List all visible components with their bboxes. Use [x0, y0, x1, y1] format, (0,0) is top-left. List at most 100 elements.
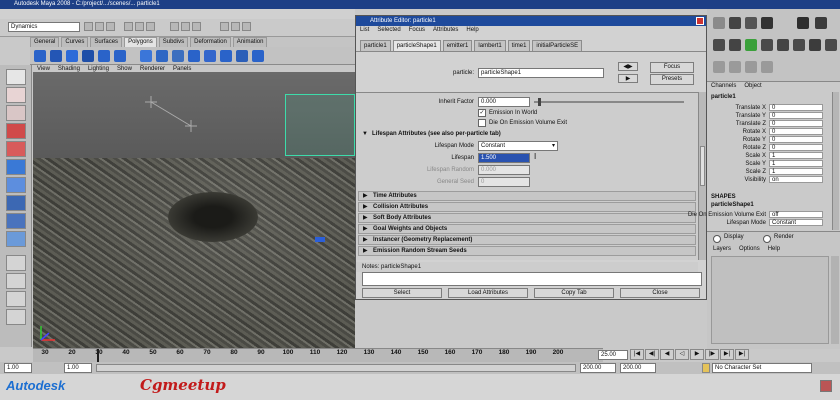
- camera-icon[interactable]: [761, 17, 773, 29]
- shelf-tab-subdivs[interactable]: Subdivs: [158, 37, 189, 47]
- range-slider-handle[interactable]: [97, 365, 575, 371]
- shelf-tab-surfaces[interactable]: Surfaces: [90, 37, 123, 47]
- ae-tab-initialParticleSE[interactable]: initialParticleSE: [532, 40, 583, 51]
- play-backward-icon[interactable]: ◁: [675, 349, 689, 360]
- channel-value[interactable]: 0: [769, 120, 823, 127]
- layout-outliner-icon[interactable]: [6, 273, 26, 289]
- layout-grid-icon[interactable]: [745, 61, 757, 73]
- copy-tab-button[interactable]: Copy Tab: [534, 288, 614, 298]
- current-time-marker[interactable]: [97, 349, 99, 363]
- step-forward-icon[interactable]: |▶: [705, 349, 719, 360]
- channel-row[interactable]: Die On Emission Volume Exit off: [688, 211, 832, 219]
- manipulator-icon[interactable]: [6, 177, 26, 193]
- channel-row[interactable]: Rotate Z0: [707, 144, 832, 152]
- channel-box-scrollbar[interactable]: [832, 92, 839, 230]
- section-instancer[interactable]: ▶ Instancer (Geometry Replacement): [358, 235, 696, 245]
- rotate-tool-icon[interactable]: [6, 141, 26, 157]
- merge-icon[interactable]: [252, 50, 264, 62]
- shelf-tab-deformation[interactable]: Deformation: [190, 37, 231, 47]
- select-object-icon[interactable]: [135, 22, 144, 31]
- inherit-factor-slider[interactable]: [534, 101, 684, 103]
- layout-icon[interactable]: [713, 61, 725, 73]
- hypershade-icon[interactable]: [745, 17, 757, 29]
- command-line[interactable]: [0, 374, 840, 400]
- layout-hypershade-icon[interactable]: [6, 309, 26, 325]
- character-set-select[interactable]: No Character Set: [712, 363, 812, 373]
- ae-tab-particle1[interactable]: particle1: [360, 40, 391, 51]
- channel-box-toggle-icon[interactable]: [761, 61, 773, 73]
- ipr-render-icon[interactable]: [231, 22, 240, 31]
- channel-value[interactable]: 0: [769, 136, 823, 143]
- poly-plane-icon[interactable]: [98, 50, 110, 62]
- shelf-tab-general[interactable]: General: [30, 37, 60, 47]
- render-radio[interactable]: [763, 235, 771, 243]
- channel-row[interactable]: Scale X1: [707, 152, 832, 160]
- go-to-input-icon[interactable]: ◀▶: [618, 62, 638, 71]
- channel-row[interactable]: Translate X0: [707, 104, 832, 112]
- manipulator-handle[interactable]: [315, 237, 325, 242]
- particle-emitter-volume[interactable]: [285, 94, 355, 156]
- bevel-icon[interactable]: [220, 50, 232, 62]
- shape-node[interactable]: particleShape1: [711, 202, 754, 208]
- move-tool-icon[interactable]: [6, 123, 26, 139]
- snap-point-icon[interactable]: [192, 22, 201, 31]
- channel-row[interactable]: Lifespan Mode Constant: [707, 219, 832, 227]
- dynamics-icon[interactable]: [777, 39, 789, 51]
- channel-value[interactable]: 1: [769, 152, 823, 159]
- new-scene-icon[interactable]: [84, 22, 93, 31]
- select-button[interactable]: Select: [362, 288, 442, 298]
- channel-value[interactable]: 0: [769, 144, 823, 151]
- layout-persp-icon[interactable]: [6, 255, 26, 271]
- script-editor-icon[interactable]: [820, 380, 832, 392]
- channel-row[interactable]: Translate Z0: [707, 120, 832, 128]
- field-icon[interactable]: [793, 39, 805, 51]
- poly-cube-icon[interactable]: [50, 50, 62, 62]
- close-button[interactable]: Close: [620, 288, 700, 298]
- split-icon[interactable]: [236, 50, 248, 62]
- render-icon[interactable]: [220, 22, 229, 31]
- layer-menu-layers[interactable]: Layers: [713, 246, 731, 252]
- poly-cylinder-icon[interactable]: [66, 50, 78, 62]
- playback-end-field[interactable]: 200.00: [580, 363, 616, 373]
- poly-cone-icon[interactable]: [82, 50, 94, 62]
- cube-icon[interactable]: [713, 39, 725, 51]
- ae-tab-lambert1[interactable]: lambert1: [474, 40, 506, 51]
- time-slider[interactable]: 30 20 30 40 50 60 70 80 90 100 110 120 1…: [33, 348, 603, 363]
- emission-in-world-checkbox[interactable]: ✓: [478, 109, 486, 117]
- inherit-factor-field[interactable]: 0.000: [478, 97, 530, 107]
- display-radio[interactable]: [713, 235, 721, 243]
- die-on-exit-checkbox[interactable]: [478, 119, 486, 127]
- channel-box-menu-channels[interactable]: Channels: [711, 83, 736, 89]
- key-icon[interactable]: [702, 363, 710, 373]
- paint-icon[interactable]: [815, 17, 827, 29]
- attribute-scroll-area[interactable]: Inherit Factor 0.000 ✓ Emission In World…: [356, 92, 698, 260]
- channel-value[interactable]: 0: [769, 128, 823, 135]
- last-tool-icon[interactable]: [6, 195, 26, 211]
- sculpt-icon[interactable]: [797, 17, 809, 29]
- focus-button[interactable]: Focus: [650, 62, 694, 73]
- go-to-start-icon[interactable]: |◀: [630, 349, 644, 360]
- channel-value[interactable]: on: [769, 176, 823, 183]
- inherit-factor-slider-handle[interactable]: [538, 98, 541, 106]
- section-goal-weights[interactable]: ▶ Goal Weights and Objects: [358, 224, 696, 234]
- layer-menu-help[interactable]: Help: [768, 246, 780, 252]
- notes-textarea[interactable]: [362, 272, 702, 286]
- channel-row[interactable]: Visibility on: [707, 176, 832, 184]
- channel-value[interactable]: 0: [769, 112, 823, 119]
- playback-start-field[interactable]: 1.00: [64, 363, 92, 373]
- channel-value[interactable]: off: [769, 211, 823, 218]
- lifespan-mode-select[interactable]: Constant ▾: [478, 141, 558, 151]
- layer-menu-options[interactable]: Options: [739, 246, 760, 252]
- lifespan-section-header[interactable]: ▼ Lifespan Attributes (see also per-part…: [358, 129, 696, 139]
- ae-menu-selected[interactable]: Selected: [377, 26, 400, 35]
- emitter-icon[interactable]: [809, 39, 821, 51]
- open-scene-icon[interactable]: [95, 22, 104, 31]
- scrollbar-thumb[interactable]: [700, 146, 705, 186]
- play-forward-icon[interactable]: ▶: [690, 349, 704, 360]
- select-component-icon[interactable]: [146, 22, 155, 31]
- save-scene-icon[interactable]: [106, 22, 115, 31]
- node-name-field[interactable]: particleShape1: [478, 68, 604, 78]
- channel-row[interactable]: Rotate Y0: [707, 136, 832, 144]
- layout-single-icon[interactable]: [6, 213, 26, 229]
- menu-set-select[interactable]: Dynamics: [8, 22, 80, 32]
